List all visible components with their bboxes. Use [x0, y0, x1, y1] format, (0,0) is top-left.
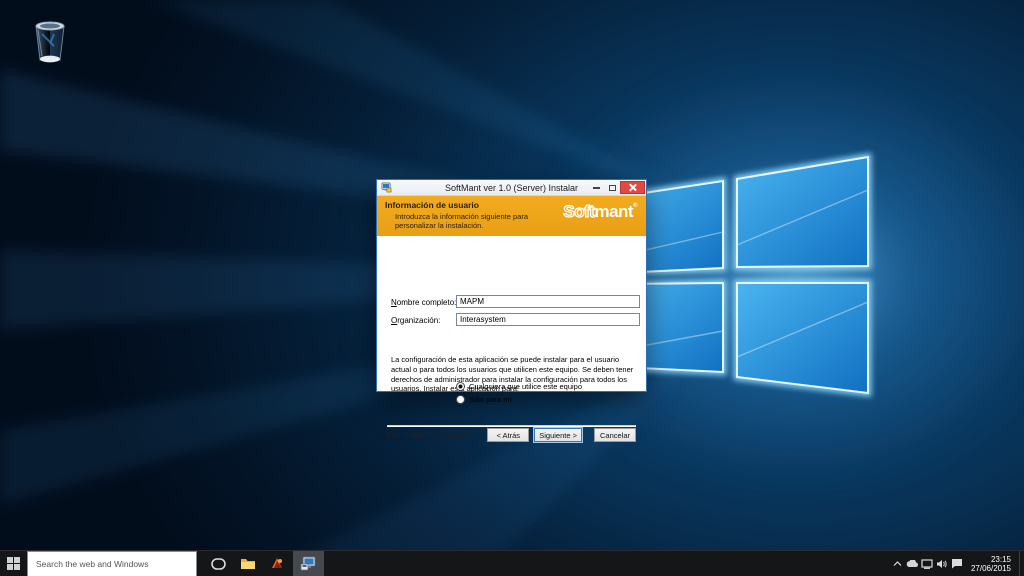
task-view-button[interactable]	[204, 551, 233, 576]
action-center-tray-button[interactable]	[950, 558, 965, 569]
chevron-up-icon	[893, 561, 902, 566]
taskbar-clock[interactable]: 23:15 27/06/2015	[971, 555, 1011, 573]
windows-start-icon	[7, 557, 20, 570]
maximize-icon	[608, 184, 616, 191]
softmant-logo: Softmant®	[563, 202, 638, 221]
volume-tray-button[interactable]	[935, 559, 950, 569]
back-button[interactable]: < Atrás	[487, 428, 530, 442]
cancel-button[interactable]: Cancelar	[594, 428, 636, 442]
install-scope-radio-group: Cualquiera que utilice este equipo Sólo …	[456, 382, 582, 408]
tray-chevron-button[interactable]	[890, 561, 905, 566]
taskbar-search-input[interactable]	[27, 551, 197, 576]
wizard-branding-text: Wise Installation Wizard (R)	[385, 432, 472, 439]
dialog-header: Información de usuario Introduzca la inf…	[377, 196, 646, 236]
footer-separator	[387, 425, 636, 427]
wizard-buttons: < Atrás Siguiente > Cancelar	[487, 428, 636, 442]
radio-only-for-me[interactable]: Sólo para mí	[456, 395, 582, 404]
network-tray-button[interactable]	[920, 558, 935, 569]
logo-part-mant: mant	[594, 202, 634, 221]
speaker-icon	[937, 559, 948, 568]
close-button[interactable]	[620, 181, 645, 194]
show-desktop-button[interactable]	[1019, 550, 1024, 576]
file-explorer-icon	[240, 559, 255, 569]
action-center-icon	[952, 559, 963, 569]
system-tray: 23:15 27/06/2015	[890, 550, 1024, 576]
onedrive-tray-button[interactable]	[905, 559, 920, 568]
radio-icon	[456, 382, 465, 391]
radio-label: Cualquiera que utilice este equipo	[469, 382, 582, 391]
maximize-button[interactable]	[604, 181, 620, 194]
dialog-titlebar[interactable]: SoftMant ver 1.0 (Server) Instalar	[377, 180, 646, 196]
installer-taskbar-icon	[300, 556, 316, 571]
media-app-icon	[271, 558, 282, 568]
clock-time: 23:15	[990, 554, 1011, 564]
logo-part-soft: Soft	[563, 202, 596, 221]
clock-date: 27/06/2015	[970, 563, 1011, 573]
cloud-icon	[906, 559, 918, 567]
next-button[interactable]: Siguiente >	[534, 428, 582, 442]
registered-mark: ®	[633, 203, 637, 209]
network-icon	[921, 558, 934, 569]
radio-icon	[456, 395, 465, 404]
full-name-input[interactable]	[456, 295, 640, 308]
recycle-bin-icon[interactable]	[28, 16, 72, 68]
dialog-body: Nombre completo: Organización: La config…	[377, 236, 646, 442]
minimize-icon	[592, 186, 600, 189]
full-name-label: Nombre completo:	[391, 298, 457, 307]
taskbar: 23:15 27/06/2015	[0, 550, 1024, 576]
start-button[interactable]	[0, 551, 27, 576]
organization-input[interactable]	[456, 313, 640, 326]
task-view-icon	[211, 557, 226, 570]
radio-label: Sólo para mí	[469, 395, 512, 404]
radio-anyone-this-computer[interactable]: Cualquiera que utilice este equipo	[456, 382, 582, 391]
header-subtitle: Introduzca la información siguiente para…	[395, 212, 528, 231]
minimize-button[interactable]	[588, 181, 604, 194]
close-icon	[629, 184, 636, 191]
installer-taskbar-button[interactable]	[293, 551, 324, 576]
desktop: SoftMant ver 1.0 (Server) Instalar Infor…	[0, 0, 1024, 576]
organization-label: Organización:	[391, 316, 441, 325]
media-app-button[interactable]	[262, 551, 291, 576]
file-explorer-button[interactable]	[233, 551, 262, 576]
installer-dialog: SoftMant ver 1.0 (Server) Instalar Infor…	[376, 179, 647, 442]
